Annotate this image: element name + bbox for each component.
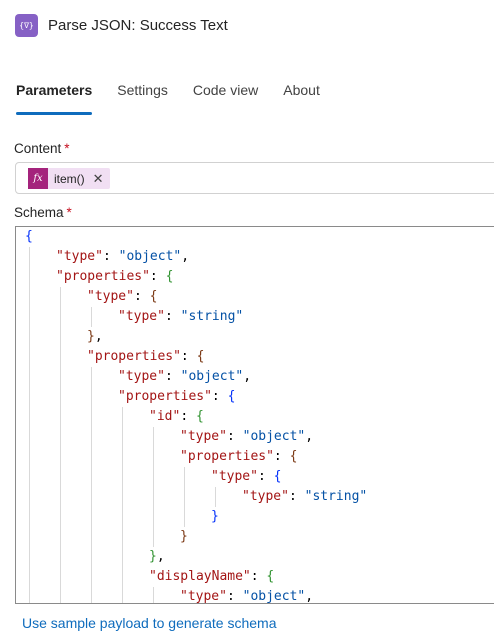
action-header: {∇} Parse JSON: Success Text (15, 13, 228, 37)
indent-guide (122, 407, 123, 603)
tab-about[interactable]: About (283, 82, 320, 112)
content-label-text: Content (14, 141, 62, 156)
code-line: "type": "string" (242, 489, 368, 504)
tab-settings[interactable]: Settings (117, 82, 168, 112)
code-line: "type": { (87, 289, 158, 304)
remove-token-icon[interactable]: ✕ (93, 171, 104, 187)
action-title[interactable]: Parse JSON: Success Text (48, 17, 228, 34)
code-line: "displayName": { (149, 569, 275, 584)
content-field[interactable]: fx item() ✕ (15, 162, 494, 194)
tab-code-view[interactable]: Code view (193, 82, 258, 112)
schema-editor[interactable]: { "type": "object", "properties": { "typ… (15, 226, 494, 604)
generate-schema-link[interactable]: Use sample payload to generate schema (22, 615, 276, 631)
indent-guide (91, 367, 92, 603)
indent-guide (184, 467, 185, 527)
indent-guide (215, 487, 216, 507)
tab-bar: Parameters Settings Code view About (16, 82, 345, 115)
code-line: } (211, 509, 219, 524)
expression-token[interactable]: fx item() ✕ (28, 168, 110, 189)
parse-json-icon: {∇} (15, 13, 38, 37)
function-icon: fx (28, 168, 48, 189)
code-line: } (180, 529, 188, 544)
indent-guide (29, 247, 30, 603)
code-line: "type": "object", (56, 249, 190, 264)
code-line: "type": "string" (118, 309, 244, 324)
indent-guide (60, 287, 61, 603)
code-line: }, (149, 549, 165, 564)
schema-label-text: Schema (14, 205, 64, 220)
code-line: "type": "object", (180, 429, 314, 444)
tab-parameters[interactable]: Parameters (16, 82, 93, 115)
code-line: }, (87, 329, 103, 344)
code-line: "properties": { (87, 349, 205, 364)
required-marker: * (64, 141, 70, 156)
code-line: "properties": { (56, 269, 174, 284)
code-line: "type": { (211, 469, 282, 484)
code-line: "type": "object", (118, 369, 252, 384)
token-text: item() (54, 171, 85, 186)
indent-guide (91, 307, 92, 327)
schema-label: Schema * (14, 205, 72, 220)
required-marker: * (66, 205, 72, 220)
indent-guide (153, 427, 154, 547)
indent-guide (153, 587, 154, 603)
code-line: "id": { (149, 409, 204, 424)
code-line: "properties": { (180, 449, 298, 464)
content-label: Content * (14, 141, 70, 156)
code-line: "type": "object", (180, 589, 314, 604)
code-line: "properties": { (118, 389, 236, 404)
code-line: { (25, 229, 33, 244)
